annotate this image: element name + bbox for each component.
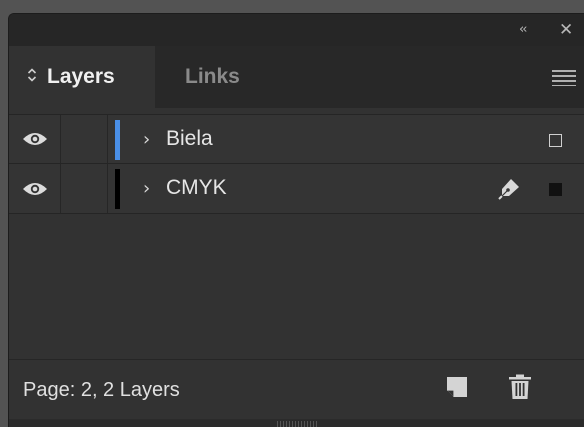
layer-list: › Biela › CMYK: [9, 114, 584, 214]
tab-links[interactable]: Links: [185, 46, 240, 108]
tab-layers-label: Layers: [47, 65, 115, 88]
layer-color-swatch: [115, 120, 120, 160]
panel-tab-bar: Layers Links: [9, 46, 584, 108]
selection-square-empty[interactable]: [549, 134, 562, 147]
close-panel-icon[interactable]: ✕: [559, 21, 573, 39]
selection-square-filled[interactable]: [549, 183, 562, 196]
new-layer-icon[interactable]: [446, 376, 468, 403]
eye-icon: [22, 133, 47, 145]
visibility-toggle[interactable]: [9, 164, 61, 213]
tab-links-label: Links: [185, 65, 240, 88]
panel-title-bar[interactable]: ‹‹ ✕: [9, 14, 584, 46]
panel-footer: Page: 2, 2 Layers: [9, 359, 584, 419]
layer-name[interactable]: Biela: [166, 127, 213, 151]
sort-updown-icon: [27, 65, 37, 89]
collapse-panel-icon[interactable]: ‹‹: [519, 21, 528, 39]
eye-icon: [22, 182, 47, 195]
grip-dots: [277, 421, 317, 427]
trash-icon[interactable]: [509, 374, 531, 405]
chevron-right-icon[interactable]: ›: [143, 178, 150, 199]
pen-nib-icon: [497, 177, 521, 206]
visibility-toggle[interactable]: [9, 115, 61, 163]
hamburger-menu-icon[interactable]: [552, 70, 576, 91]
chevron-right-icon[interactable]: ›: [143, 129, 150, 150]
lock-toggle[interactable]: [61, 115, 108, 163]
layer-row-cmyk[interactable]: › CMYK: [9, 164, 584, 214]
tab-layers[interactable]: Layers: [9, 46, 155, 108]
layers-panel: ‹‹ ✕ Layers Links › Biela › CMYK Page: 2…: [8, 13, 584, 427]
layer-row-biela[interactable]: › Biela: [9, 114, 584, 164]
lock-toggle[interactable]: [61, 164, 108, 213]
resize-grip[interactable]: [9, 419, 584, 427]
status-text: Page: 2, 2 Layers: [23, 379, 180, 401]
layer-name[interactable]: CMYK: [166, 176, 227, 200]
layer-color-swatch: [115, 169, 120, 209]
